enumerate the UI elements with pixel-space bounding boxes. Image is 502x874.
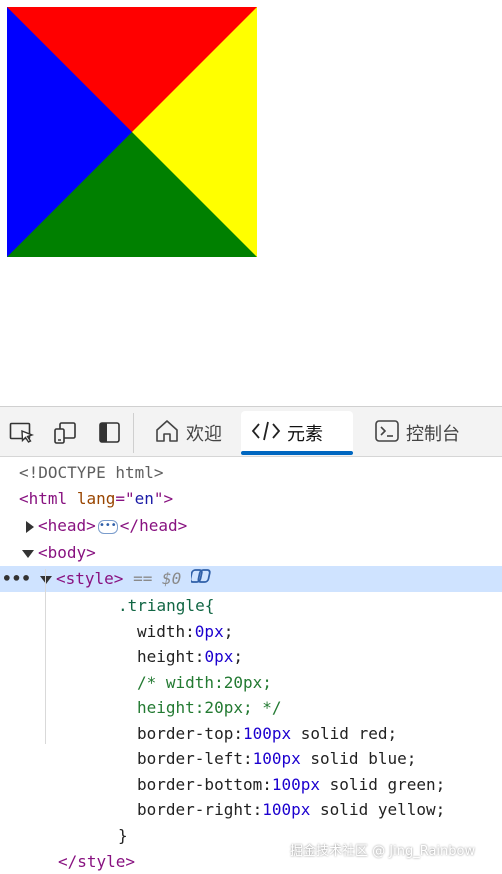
tree-node-head[interactable]: <head> ••• </head> — [0, 513, 502, 539]
triangle-element[interactable] — [7, 7, 257, 257]
style-close-tag: </style> — [58, 852, 136, 871]
elements-tree: <!DOCTYPE html> <html lang="en"> <head> •… — [0, 459, 502, 874]
html-lang-value: en — [134, 489, 154, 508]
css-val: solid red; — [291, 724, 398, 743]
head-close-tag: </head> — [119, 516, 188, 535]
css-prop: border-bottom: — [137, 775, 272, 794]
ellipsis-icon[interactable]: ••• — [97, 519, 118, 534]
css-num: 0px — [194, 622, 224, 641]
attr-close: "> — [153, 489, 174, 508]
inspect-element-icon[interactable] — [8, 420, 36, 446]
home-icon — [154, 418, 180, 449]
tree-node-body[interactable]: <body> — [0, 540, 502, 566]
tree-node-html[interactable]: <html lang="en"> — [0, 486, 502, 512]
attr-eq: =" — [115, 489, 135, 508]
css-height-line: height:0px; — [0, 644, 502, 670]
body-open-tag: <body> — [38, 543, 96, 562]
css-val: solid blue; — [300, 749, 417, 768]
css-close-brace: } — [118, 826, 128, 845]
tab-elements-label: 元素 — [287, 424, 323, 445]
css-border-left-line: border-left:100px solid blue; — [0, 746, 502, 772]
css-prop: border-right: — [137, 800, 263, 819]
indent-guide — [45, 569, 46, 744]
tab-welcome-label: 欢迎 — [186, 424, 222, 445]
code-brackets-icon — [251, 419, 281, 448]
css-num: 100px — [271, 775, 321, 794]
head-open-tag: <head> — [38, 516, 96, 535]
css-prop: height: — [137, 647, 205, 666]
css-comment: /* width:20px; — [137, 673, 272, 692]
css-val: solid yellow; — [310, 800, 446, 819]
collapse-arrow-icon[interactable] — [22, 549, 34, 558]
tab-console[interactable]: 控制台 — [364, 411, 470, 455]
devtools-panel: 欢迎 元素 控制台 <!DOCTYPE html> <html lang="en… — [0, 406, 502, 874]
tab-console-label: 控制台 — [406, 424, 460, 445]
css-num: 100px — [252, 749, 301, 768]
tree-node-style-selected[interactable]: ••• <style> == $0 — [0, 566, 502, 592]
tree-node-doctype[interactable]: <!DOCTYPE html> — [0, 460, 502, 486]
css-width-line: width:0px; — [0, 619, 502, 645]
css-num: 100px — [242, 724, 292, 743]
css-selector: .triangle{ — [118, 596, 215, 615]
watermark: 掘金技术社区 @ Jing_Rainbow — [290, 844, 476, 859]
css-border-bottom-line: border-bottom:100px solid green; — [0, 772, 502, 798]
css-num: 0px — [204, 647, 234, 666]
html-lang-attr: lang — [76, 489, 116, 508]
css-comment-line-1: /* width:20px; — [0, 670, 502, 696]
expand-arrow-icon[interactable] — [26, 520, 34, 533]
rendered-page-viewport — [0, 0, 502, 406]
doctype-text: <!DOCTYPE html> — [19, 463, 164, 482]
css-prop: border-top: — [137, 724, 243, 743]
console-icon — [374, 418, 400, 449]
css-border-right-line: border-right:100px solid yellow; — [0, 797, 502, 823]
style-open-tag: <style> — [56, 569, 124, 588]
css-comment: height:20px; */ — [137, 698, 282, 717]
css-prop: width: — [137, 622, 195, 641]
tab-elements[interactable]: 元素 — [241, 411, 353, 455]
collapse-arrow-icon[interactable] — [40, 575, 52, 584]
device-emulation-icon[interactable] — [51, 420, 79, 446]
copilot-icon[interactable] — [189, 567, 213, 593]
toolbar-separator — [133, 413, 134, 453]
console-ref-badge: == $0 — [133, 569, 182, 588]
html-tag: <html — [19, 489, 68, 508]
css-num: 100px — [262, 800, 311, 819]
css-selector-line: .triangle{ — [0, 593, 502, 619]
dock-side-icon[interactable] — [96, 420, 124, 446]
css-val: solid green; — [320, 775, 446, 794]
css-semi: ; — [233, 647, 243, 666]
active-tab-indicator — [241, 451, 353, 455]
css-prop: border-left: — [137, 749, 253, 768]
devtools-tabbar: 欢迎 元素 控制台 — [0, 407, 502, 457]
css-semi: ; — [223, 622, 234, 641]
css-border-top-line: border-top:100px solid red; — [0, 721, 502, 747]
tab-welcome[interactable]: 欢迎 — [144, 411, 232, 455]
row-more-icon[interactable]: ••• — [2, 566, 31, 592]
css-comment-line-2: height:20px; */ — [0, 695, 502, 721]
